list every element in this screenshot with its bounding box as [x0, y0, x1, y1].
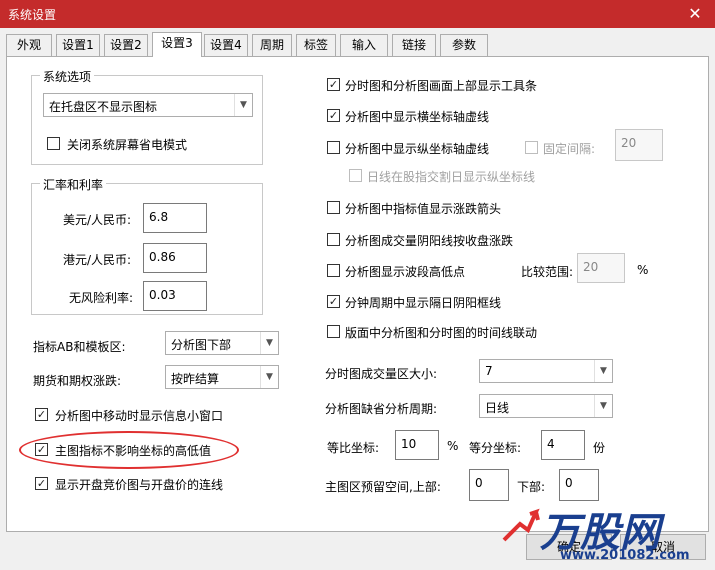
reserve-bottom-input[interactable]: 0 — [559, 469, 599, 501]
system-options-title: 系统选项 — [40, 68, 95, 85]
info-window-label: 分析图中移动时显示信息小窗口 — [55, 409, 224, 423]
time-link-checkbox[interactable] — [327, 325, 340, 338]
fixed-interval-label: 固定间隔: — [543, 142, 596, 156]
futures-value: 按昨结算 — [171, 372, 220, 386]
indicator-ab-combo[interactable]: 分析图下部 ▼ — [165, 331, 279, 355]
watermark-url: www.201082.com — [560, 548, 690, 563]
indicator-ab-label: 指标AB和模板区: — [33, 340, 126, 354]
equal-unit: 份 — [593, 441, 606, 455]
compare-range-label: 比较范围: — [521, 265, 574, 279]
tab-settings2[interactable]: 设置2 — [104, 34, 148, 56]
tab-labels[interactable]: 标签 — [296, 34, 336, 56]
time-link-label: 版面中分析图和分时图的时间线联动 — [345, 326, 538, 340]
risk-free-input[interactable]: 0.03 — [143, 281, 207, 311]
up-down-arrow-checkbox[interactable] — [327, 201, 340, 214]
ratio-unit: % — [447, 439, 459, 453]
tab-input[interactable]: 输入 — [340, 34, 388, 56]
tab-settings4[interactable]: 设置4 — [204, 34, 248, 56]
minute-volume-value: 7 — [485, 364, 493, 378]
title-bar: 系统设置 ✕ — [0, 0, 715, 28]
info-window-checkbox[interactable]: ✓ — [35, 408, 48, 421]
default-period-combo[interactable]: 日线 ▼ — [479, 394, 613, 418]
default-period-label: 分析图缺省分析周期: — [325, 402, 438, 416]
rates-title: 汇率和利率 — [40, 176, 107, 193]
toolbar-top-checkbox[interactable]: ✓ — [327, 78, 340, 91]
minute-volume-label: 分时图成交量区大小: — [325, 367, 438, 381]
fixed-interval-checkbox[interactable] — [525, 141, 538, 154]
auction-line-label: 显示开盘竞价图与开盘价的连线 — [55, 478, 224, 492]
equal-label: 等分坐标: — [469, 441, 522, 455]
tab-appearance[interactable]: 外观 — [6, 34, 52, 56]
wave-high-low-checkbox[interactable] — [327, 264, 340, 277]
tab-settings3[interactable]: 设置3 — [152, 32, 202, 57]
compare-range-input[interactable]: 20 — [577, 253, 625, 283]
equal-input[interactable]: 4 — [541, 430, 585, 460]
minute-frame-checkbox[interactable]: ✓ — [327, 295, 340, 308]
chevron-down-icon[interactable]: ▼ — [594, 395, 612, 417]
screensaver-label: 关闭系统屏幕省电模式 — [67, 138, 188, 152]
futures-combo[interactable]: 按昨结算 ▼ — [165, 365, 279, 389]
usd-rate-input[interactable]: 6.8 — [143, 203, 207, 233]
screensaver-checkbox[interactable] — [47, 137, 60, 150]
futures-label: 期货和期权涨跌: — [33, 374, 122, 388]
minute-volume-combo[interactable]: 7 ▼ — [479, 359, 613, 383]
tab-links[interactable]: 链接 — [392, 34, 436, 56]
risk-free-label: 无风险利率: — [69, 291, 134, 305]
volume-color-checkbox[interactable] — [327, 233, 340, 246]
tab-period[interactable]: 周期 — [252, 34, 292, 56]
fixed-interval-input[interactable]: 20 — [615, 129, 663, 161]
auction-line-checkbox[interactable]: ✓ — [35, 477, 48, 490]
up-down-arrow-label: 分析图中指标值显示涨跌箭头 — [345, 202, 502, 216]
minute-frame-label: 分钟周期中显示隔日阴阳框线 — [345, 296, 502, 310]
watermark-arrow-icon — [502, 508, 540, 542]
reserve-top-input[interactable]: 0 — [469, 469, 509, 501]
tab-settings1[interactable]: 设置1 — [56, 34, 100, 56]
annotation-ellipse — [19, 431, 239, 469]
usd-label: 美元/人民币: — [63, 213, 132, 227]
v-axis-checkbox[interactable] — [327, 141, 340, 154]
volume-color-label: 分析图成交量阴阳线按收盘涨跌 — [345, 234, 514, 248]
tray-icon-combo-value: 在托盘区不显示图标 — [49, 100, 158, 114]
v-axis-label: 分析图中显示纵坐标轴虚线 — [345, 142, 490, 156]
settings3-panel: 系统选项 在托盘区不显示图标 ▼ 关闭系统屏幕省电模式 汇率和利率 美元/人民币… — [6, 56, 709, 532]
tray-icon-combo[interactable]: 在托盘区不显示图标 ▼ — [43, 93, 253, 117]
chevron-down-icon[interactable]: ▼ — [260, 366, 278, 388]
hkd-rate-input[interactable]: 0.86 — [143, 243, 207, 273]
ratio-label: 等比坐标: — [327, 441, 380, 455]
hkd-label: 港元/人民币: — [63, 253, 132, 267]
daily-line-label: 日线在股指交割日显示纵坐标线 — [367, 170, 536, 184]
h-axis-checkbox[interactable]: ✓ — [327, 109, 340, 122]
reserve-bottom-label: 下部: — [517, 480, 546, 494]
indicator-ab-value: 分析图下部 — [171, 338, 232, 352]
reserve-top-label: 主图区预留空间,上部: — [325, 480, 441, 494]
window-title: 系统设置 — [8, 8, 57, 22]
h-axis-label: 分析图中显示横坐标轴虚线 — [345, 110, 490, 124]
chevron-down-icon[interactable]: ▼ — [594, 360, 612, 382]
toolbar-top-label: 分时图和分析图画面上部显示工具条 — [345, 79, 538, 93]
daily-line-checkbox[interactable] — [349, 169, 362, 182]
chevron-down-icon[interactable]: ▼ — [260, 332, 278, 354]
chevron-down-icon[interactable]: ▼ — [234, 94, 252, 116]
default-period-value: 日线 — [485, 401, 510, 415]
tab-params[interactable]: 参数 — [440, 34, 488, 56]
close-icon[interactable]: ✕ — [675, 0, 715, 28]
ratio-input[interactable]: 10 — [395, 430, 439, 460]
compare-range-unit: % — [637, 263, 649, 277]
wave-high-low-label: 分析图显示波段高低点 — [345, 265, 466, 279]
